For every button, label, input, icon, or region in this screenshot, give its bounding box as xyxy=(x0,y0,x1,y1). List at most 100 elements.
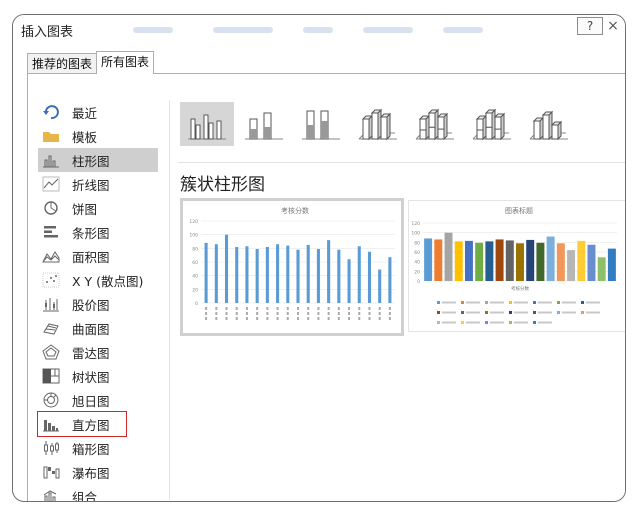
tab-recommended-charts[interactable]: 推荐的图表 xyxy=(27,53,98,73)
tab-all-charts[interactable]: 所有图表 xyxy=(96,51,155,74)
chart-type-item[interactable]: 模板 xyxy=(42,124,172,148)
legend-swatch xyxy=(581,301,584,304)
3d-100-stacked-column-icon[interactable] xyxy=(465,102,519,146)
legend-swatch xyxy=(437,321,440,324)
stock-chart-icon xyxy=(42,296,60,312)
y-tick-label: 120 xyxy=(411,221,420,227)
chart-type-item[interactable]: 直方图 xyxy=(37,411,127,437)
chart-type-item[interactable]: 股价图 xyxy=(42,292,172,316)
legend-entry-text xyxy=(538,321,552,324)
legend-entry-text xyxy=(442,311,456,314)
pie-chart-icon xyxy=(42,200,60,216)
legend-swatch xyxy=(509,321,512,324)
bar xyxy=(577,240,586,281)
y-tick-label: 60 xyxy=(414,250,420,256)
x-tick-label xyxy=(215,307,218,310)
x-tick-label xyxy=(358,317,361,320)
legend-swatch xyxy=(533,321,536,324)
x-tick-label xyxy=(235,312,238,315)
x-tick-label xyxy=(245,317,248,320)
sunburst-chart-icon xyxy=(42,392,60,408)
chart-type-item[interactable]: 最近 xyxy=(42,100,172,124)
bar xyxy=(224,234,229,303)
legend-swatch xyxy=(437,301,440,304)
chart-type-label: 雷达图 xyxy=(72,345,110,361)
chart-type-item[interactable]: 折线图 xyxy=(42,172,172,196)
chart-type-item[interactable]: 雷达图 xyxy=(42,340,172,364)
scatter-chart-icon xyxy=(42,272,60,288)
x-tick-label xyxy=(297,317,299,320)
chart-type-item[interactable]: 条形图 xyxy=(42,220,172,244)
chart-type-item[interactable]: 旭日图 xyxy=(42,388,172,412)
chart-type-item[interactable]: 树状图 xyxy=(42,364,172,388)
stacked-column-icon[interactable] xyxy=(237,102,291,146)
legend-swatch xyxy=(509,311,512,314)
x-tick-label xyxy=(286,307,289,310)
x-tick-label xyxy=(276,317,279,320)
chart-type-label: X Y (散点图) xyxy=(72,273,144,289)
chart-preview-alternate[interactable]: 图表标题 120 100 80 60 40 20 0 考核分数 xyxy=(408,200,625,332)
3d-stacked-column-icon[interactable] xyxy=(408,102,462,146)
x-tick-label xyxy=(358,312,361,315)
chart-type-item[interactable]: 组合 xyxy=(42,484,172,501)
chart-type-item[interactable]: 箱形图 xyxy=(42,436,172,460)
100-stacked-column-icon[interactable] xyxy=(294,102,348,146)
chart-type-item[interactable]: 瀑布图 xyxy=(42,460,172,484)
chart-type-label: 直方图 xyxy=(72,417,110,433)
folder-icon xyxy=(42,128,60,144)
bar xyxy=(357,246,361,303)
chart-preview-selected[interactable]: 考核分数 120 100 80 60 40 20 0 xyxy=(180,198,404,336)
bar xyxy=(276,244,280,303)
bar xyxy=(388,257,392,303)
close-button[interactable]: × xyxy=(605,17,621,35)
3d-clustered-column-icon[interactable] xyxy=(351,102,405,146)
radar-chart-icon xyxy=(42,344,60,360)
legend-swatch xyxy=(485,311,488,314)
chart-type-item[interactable]: 面积图 xyxy=(42,244,172,268)
chart-type-label: 股价图 xyxy=(72,297,110,313)
histogram-chart-icon xyxy=(42,416,60,432)
x-tick-label xyxy=(307,312,310,315)
x-tick-label xyxy=(368,307,371,310)
chart-title: 考核分数 xyxy=(281,206,309,215)
x-tick-label xyxy=(348,307,351,310)
legend-entry-text xyxy=(514,301,528,304)
x-tick-label xyxy=(388,312,391,315)
chart-type-label: 折线图 xyxy=(72,177,110,193)
chart-type-item[interactable]: 柱形图 xyxy=(38,148,158,172)
bar xyxy=(316,249,320,303)
y-tick-label: 0 xyxy=(195,301,198,307)
bar xyxy=(204,242,208,303)
y-tick-label: 0 xyxy=(417,279,420,285)
treemap-chart-icon xyxy=(42,368,60,384)
x-tick-label xyxy=(245,307,248,310)
x-tick-label xyxy=(388,317,391,320)
y-tick-label: 20 xyxy=(192,287,198,293)
legend-swatch xyxy=(461,311,464,314)
bar xyxy=(556,243,565,281)
x-tick-label xyxy=(317,312,320,315)
blurred-background xyxy=(303,27,333,33)
y-tick-label: 60 xyxy=(192,260,198,266)
chart-type-item[interactable]: 曲面图 xyxy=(42,316,172,340)
bar xyxy=(567,250,576,281)
bar-chart-icon xyxy=(42,224,60,240)
y-tick-label: 80 xyxy=(414,240,420,246)
chart-type-label: 旭日图 xyxy=(72,393,110,409)
legend-swatch xyxy=(461,301,464,304)
legend-swatch xyxy=(581,311,584,314)
bar xyxy=(464,240,473,281)
clustered-column-icon[interactable] xyxy=(180,102,234,146)
chart-subtype-title: 簇状柱形图 xyxy=(180,175,265,195)
chart-type-label: 树状图 xyxy=(72,369,110,385)
divider xyxy=(178,162,625,163)
3d-column-icon[interactable] xyxy=(522,102,576,146)
help-button[interactable]: ? xyxy=(577,17,603,35)
recent-icon xyxy=(42,104,60,120)
x-tick-label xyxy=(327,317,330,320)
chart-type-item[interactable]: 饼图 xyxy=(42,196,172,220)
x-tick-label xyxy=(235,317,238,320)
chart-type-item[interactable]: X Y (散点图) xyxy=(42,268,172,292)
y-tick-label: 100 xyxy=(411,231,420,237)
y-tick-label: 100 xyxy=(189,233,198,239)
